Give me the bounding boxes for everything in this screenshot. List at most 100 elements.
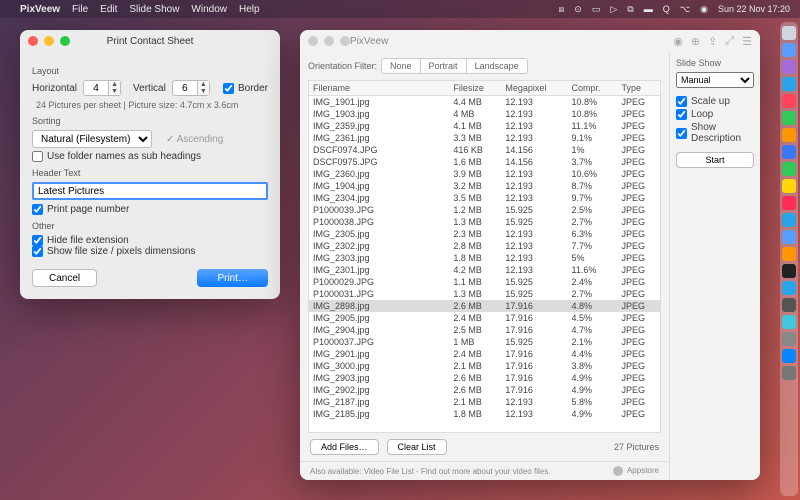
vertical-input[interactable] xyxy=(173,83,197,94)
share-icon[interactable]: ⇪ xyxy=(708,35,717,48)
showsize-checkbox-input[interactable] xyxy=(32,246,43,257)
sort-combo[interactable]: Natural (Filesystem) xyxy=(32,130,152,148)
clear-list-button[interactable]: Clear List xyxy=(387,439,447,455)
loop-checkbox[interactable]: Loop xyxy=(676,109,754,120)
subheadings-checkbox[interactable]: Use folder names as sub headings xyxy=(32,151,268,162)
menu-file[interactable]: File xyxy=(72,4,88,15)
control-center-icon[interactable]: ⌥ xyxy=(680,4,690,15)
add-files-button[interactable]: Add Files… xyxy=(310,439,379,455)
appstore-link[interactable]: Appstore xyxy=(613,466,659,476)
slideshow-mode-select[interactable]: Manual xyxy=(676,72,754,88)
dock-app-icon[interactable] xyxy=(782,196,796,210)
col-megapixel[interactable]: Megapixel xyxy=(501,81,567,96)
table-row[interactable]: IMG_2902.jpg2.6 MB17.9164.9%JPEG xyxy=(309,384,660,396)
table-row[interactable]: P1000029.JPG1.1 MB15.9252.4%JPEG xyxy=(309,276,660,288)
orientation-segmented[interactable]: None Portrait Landscape xyxy=(381,58,528,74)
table-row[interactable]: IMG_2305.jpg2.3 MB12.1936.3%JPEG xyxy=(309,228,660,240)
minimize-button[interactable] xyxy=(44,36,54,46)
hideext-checkbox[interactable]: Hide file extension xyxy=(32,235,268,246)
table-row[interactable]: IMG_2359.jpg4.1 MB12.19311.1%JPEG xyxy=(309,120,660,132)
seg-landscape[interactable]: Landscape xyxy=(467,59,527,73)
battery-icon[interactable]: ▬ xyxy=(644,4,653,14)
dock-app-icon[interactable] xyxy=(782,230,796,244)
table-row[interactable]: IMG_2904.jpg2.5 MB17.9164.7%JPEG xyxy=(309,324,660,336)
menu-help[interactable]: Help xyxy=(239,4,260,15)
wifi-icon[interactable]: ⧉ xyxy=(627,4,633,15)
dock[interactable] xyxy=(780,22,798,496)
table-row[interactable]: IMG_2302.jpg2.8 MB12.1937.7%JPEG xyxy=(309,240,660,252)
horizontal-input[interactable] xyxy=(84,83,108,94)
dock-app-icon[interactable] xyxy=(782,315,796,329)
dock-app-icon[interactable] xyxy=(782,162,796,176)
dock-app-icon[interactable] xyxy=(782,111,796,125)
search-icon[interactable]: Q xyxy=(663,4,670,14)
dropbox-icon[interactable]: ⧈ xyxy=(559,4,565,15)
table-row[interactable]: DSCF0975.JPG1.6 MB14.1563.7%JPEG xyxy=(309,156,660,168)
play-icon[interactable]: ▷ xyxy=(610,4,617,15)
border-checkbox-input[interactable] xyxy=(223,83,234,94)
table-row[interactable]: IMG_1901.jpg4.4 MB12.19310.8%JPEG xyxy=(309,96,660,109)
table-row[interactable]: P1000037.JPG1 MB15.9252.1%JPEG xyxy=(309,336,660,348)
siri-icon[interactable]: ◉ xyxy=(700,4,708,15)
table-row[interactable]: DSCF0974.JPG416 KB14.1561%JPEG xyxy=(309,144,660,156)
dock-app-icon[interactable] xyxy=(782,128,796,142)
stepper-arrows-icon[interactable]: ▲▼ xyxy=(197,81,209,95)
showdesc-checkbox[interactable]: Show Description xyxy=(676,122,754,144)
print-button[interactable]: Print… xyxy=(197,269,268,287)
table-row[interactable]: IMG_2901.jpg2.4 MB17.9164.4%JPEG xyxy=(309,348,660,360)
table-row[interactable]: IMG_2903.jpg2.6 MB17.9164.9%JPEG xyxy=(309,372,660,384)
dock-app-icon[interactable] xyxy=(782,145,796,159)
display-icon[interactable]: ▭ xyxy=(592,4,601,15)
dock-app-icon[interactable] xyxy=(782,26,796,40)
header-text-input[interactable] xyxy=(32,182,268,200)
scaleup-checkbox[interactable]: Scale up xyxy=(676,96,754,107)
dock-app-icon[interactable] xyxy=(782,77,796,91)
start-button[interactable]: Start xyxy=(676,152,754,168)
table-row[interactable]: IMG_2898.jpg2.6 MB17.9164.8%JPEG xyxy=(309,300,660,312)
table-row[interactable]: IMG_1904.jpg3.2 MB12.1938.7%JPEG xyxy=(309,180,660,192)
dock-app-icon[interactable] xyxy=(782,298,796,312)
menu-slideshow[interactable]: Slide Show xyxy=(129,4,179,15)
menu-edit[interactable]: Edit xyxy=(100,4,117,15)
col-filename[interactable]: Filename xyxy=(309,81,449,96)
pagenum-checkbox[interactable]: Print page number xyxy=(32,204,268,215)
table-row[interactable]: IMG_2301.jpg4.2 MB12.19311.6%JPEG xyxy=(309,264,660,276)
hideext-checkbox-input[interactable] xyxy=(32,235,43,246)
table-row[interactable]: P1000031.JPG1.3 MB15.9252.7%JPEG xyxy=(309,288,660,300)
status-icon[interactable]: ⊙ xyxy=(574,4,582,15)
stepper-arrows-icon[interactable]: ▲▼ xyxy=(108,81,120,95)
close-button[interactable] xyxy=(28,36,38,46)
dock-app-icon[interactable] xyxy=(782,349,796,363)
pagenum-checkbox-input[interactable] xyxy=(32,204,43,215)
table-row[interactable]: IMG_3000.jpg2.1 MB17.9163.8%JPEG xyxy=(309,360,660,372)
col-type[interactable]: Type xyxy=(617,81,660,96)
dock-app-icon[interactable] xyxy=(782,332,796,346)
minimize-button[interactable] xyxy=(324,36,334,46)
border-checkbox[interactable]: Border xyxy=(223,83,268,94)
table-row[interactable]: P1000038.JPG1.3 MB15.9252.7%JPEG xyxy=(309,216,660,228)
dock-app-icon[interactable] xyxy=(782,264,796,278)
table-row[interactable]: IMG_2187.jpg2.1 MB12.1935.8%JPEG xyxy=(309,396,660,408)
table-row[interactable]: IMG_1903.jpg4 MB12.19310.8%JPEG xyxy=(309,108,660,120)
expand-icon[interactable]: ⤢ xyxy=(725,35,734,48)
dock-app-icon[interactable] xyxy=(782,94,796,108)
dock-app-icon[interactable] xyxy=(782,179,796,193)
table-row[interactable]: IMG_2185.jpg1.8 MB12.1934.9%JPEG xyxy=(309,408,660,420)
table-row[interactable]: IMG_2905.jpg2.4 MB17.9164.5%JPEG xyxy=(309,312,660,324)
dock-app-icon[interactable] xyxy=(782,43,796,57)
dock-app-icon[interactable] xyxy=(782,366,796,380)
table-row[interactable]: IMG_2304.jpg3.5 MB12.1939.7%JPEG xyxy=(309,192,660,204)
seg-none[interactable]: None xyxy=(382,59,421,73)
col-compr.[interactable]: Compr. xyxy=(568,81,618,96)
file-table-wrap[interactable]: FilenameFilesizeMegapixelCompr.Type IMG_… xyxy=(308,80,661,433)
horizontal-stepper[interactable]: ▲▼ xyxy=(83,80,121,96)
sidebar-icon[interactable]: ☰ xyxy=(742,35,752,48)
zoom-button[interactable] xyxy=(340,36,350,46)
table-row[interactable]: P1000039.JPG1.2 MB15.9252.5%JPEG xyxy=(309,204,660,216)
dock-app-icon[interactable] xyxy=(782,60,796,74)
zoom-button[interactable] xyxy=(60,36,70,46)
menu-app[interactable]: PixVeew xyxy=(20,4,60,15)
close-button[interactable] xyxy=(308,36,318,46)
table-row[interactable]: IMG_2360.jpg3.9 MB12.19310.6%JPEG xyxy=(309,168,660,180)
table-row[interactable]: IMG_2303.jpg1.8 MB12.1935%JPEG xyxy=(309,252,660,264)
